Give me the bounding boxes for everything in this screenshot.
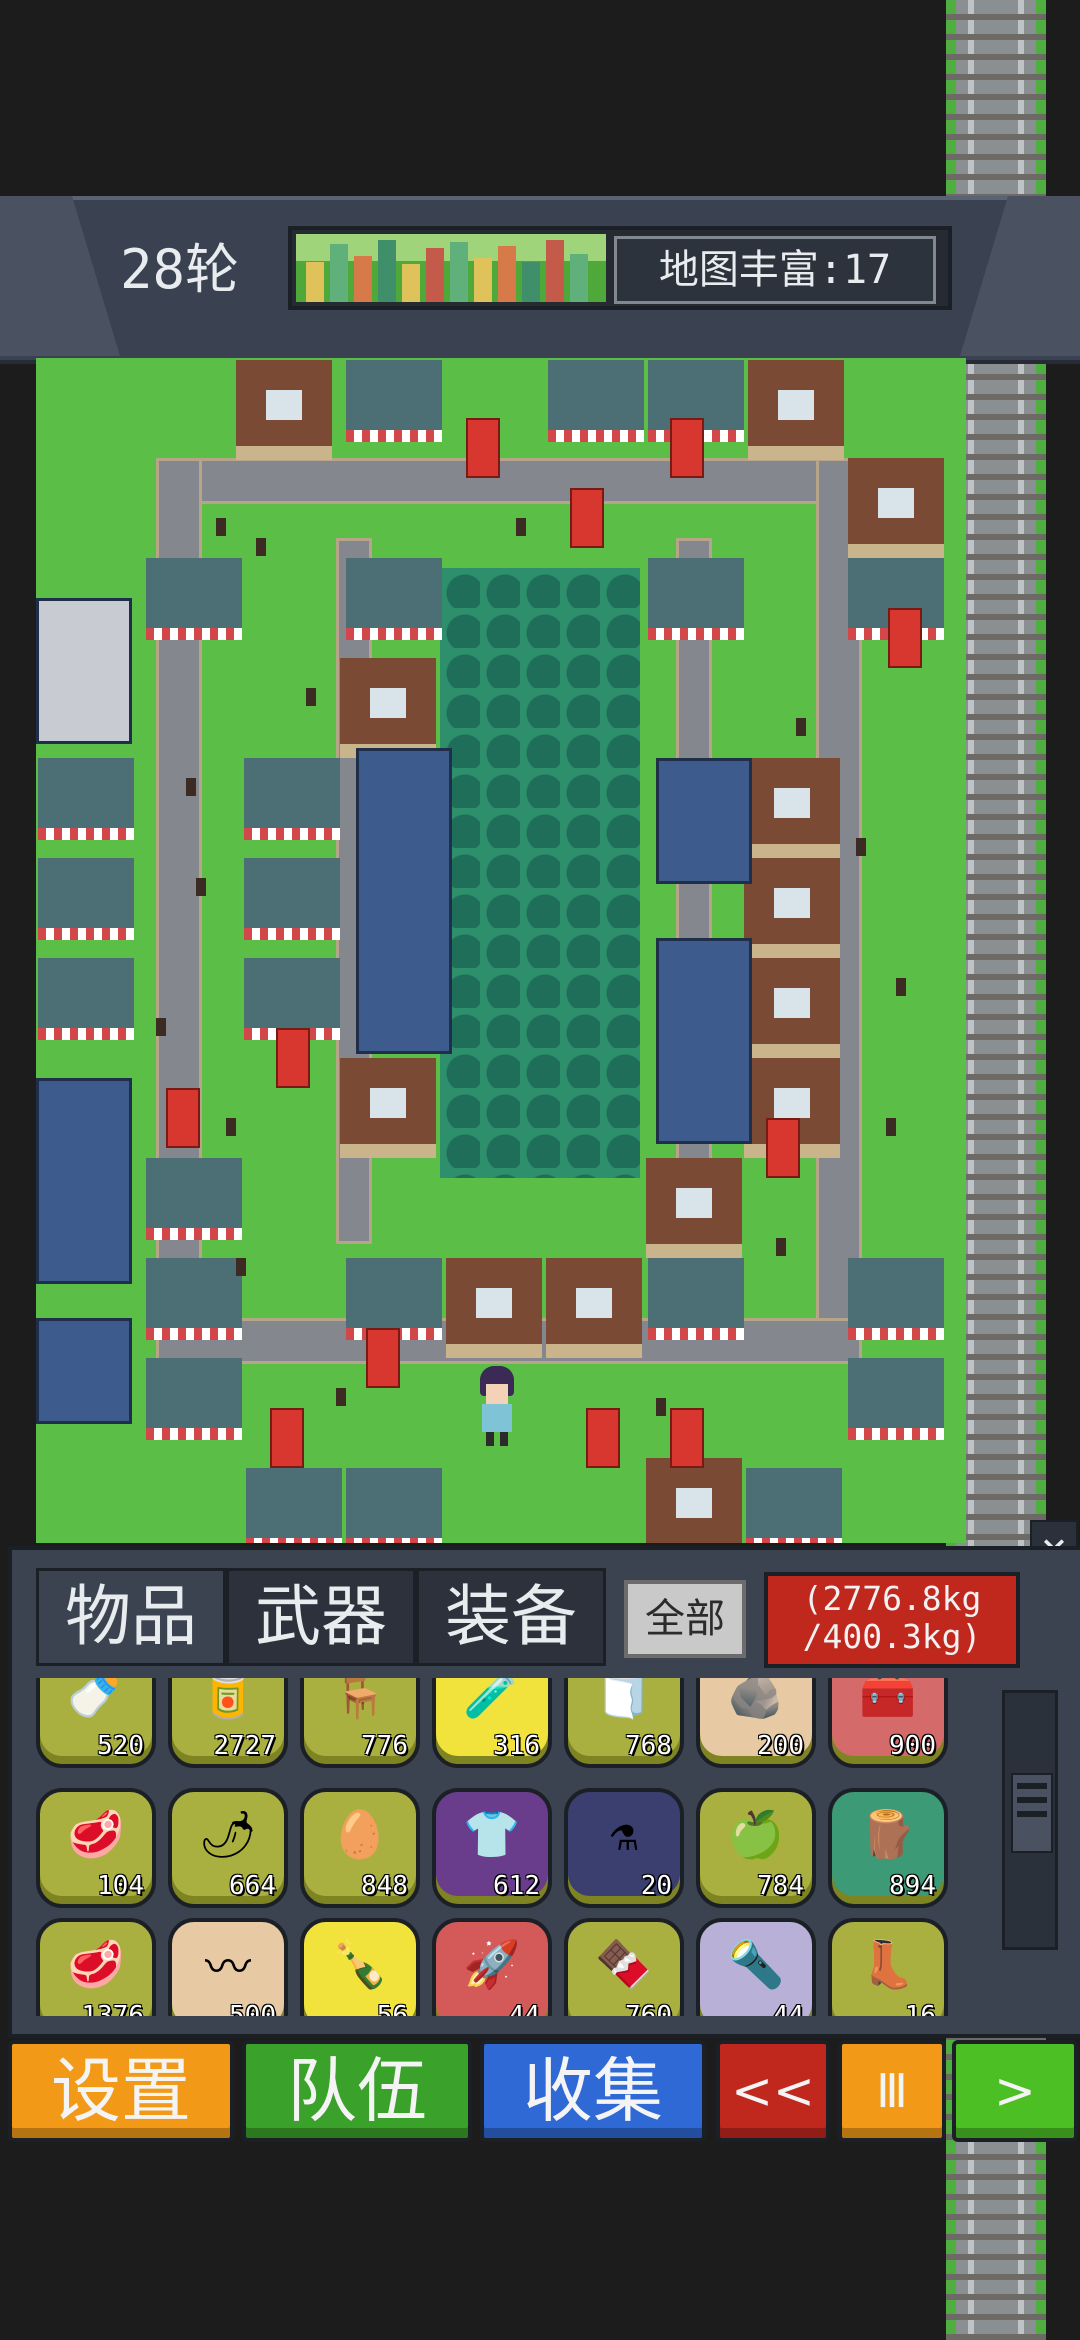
item-count: 894 (889, 1871, 936, 1901)
meat-can-icon: 🥩 (67, 1806, 125, 1861)
chocolate-icon: 🍫 (595, 1936, 653, 1991)
weight-badge: (2776.8kg /400.3kg) (764, 1572, 1020, 1668)
inventory-slot[interactable]: 🪑 776 (300, 1678, 420, 1768)
shirt-icon: 👕 (463, 1806, 521, 1861)
item-count: 1376 (81, 2001, 144, 2016)
canned-food-icon: 🥫 (199, 1678, 257, 1721)
item-count: 848 (361, 1871, 408, 1901)
inventory-slot[interactable]: 🚀 44 (432, 1918, 552, 2016)
item-count: 900 (889, 1731, 936, 1761)
wood-log-icon: 🪵 (859, 1806, 917, 1861)
inventory-slot[interactable]: ⚗ 20 (564, 1788, 684, 1908)
inventory-slot[interactable]: 🥩 1376 (36, 1918, 156, 2016)
item-count: 784 (757, 1871, 804, 1901)
item-count: 768 (625, 1731, 672, 1761)
inventory-slot[interactable]: 🪨 200 (696, 1678, 816, 1768)
egg-icon: 🥚 (331, 1806, 389, 1861)
inventory-slot[interactable]: 🌶 664 (168, 1788, 288, 1908)
baton-icon: 🔦 (727, 1936, 785, 1991)
item-count: 760 (625, 2001, 672, 2016)
rope-icon: 〰 (205, 1940, 251, 1994)
stone-icon: 🪨 (727, 1678, 785, 1721)
map-richness-label: 地图丰富:17 (614, 236, 936, 304)
city-skyline-icon (296, 234, 606, 302)
play-button[interactable]: > (952, 2040, 1078, 2142)
team-button[interactable]: 队伍 (242, 2040, 472, 2142)
pause-button[interactable]: Ⅲ (838, 2040, 946, 2142)
item-count: 316 (493, 1731, 540, 1761)
inventory-slot[interactable]: 🧻 768 (564, 1678, 684, 1768)
item-count: 776 (361, 1731, 408, 1761)
steak-icon: 🥩 (67, 1936, 125, 1991)
tab-items[interactable]: 物品 (36, 1568, 226, 1666)
item-count: 16 (904, 2001, 936, 2016)
inventory-slot[interactable]: 🧪 316 (432, 1678, 552, 1768)
rocket-icon: 🚀 (463, 1936, 521, 1991)
inventory-scrollbar[interactable] (1002, 1690, 1058, 1950)
central-forest (440, 568, 640, 1178)
inventory-slot[interactable]: 🥫 2727 (168, 1678, 288, 1768)
weight-current: (2776.8kg (802, 1579, 982, 1618)
inventory-panel: 物品 武器 装备 全部 (2776.8kg /400.3kg) 🍼 520 🥫 272… (8, 1546, 1080, 2038)
bottle-icon: 🍾 (331, 1936, 389, 1991)
filter-all-button[interactable]: 全部 (624, 1580, 746, 1658)
blueprint-icon: ⚗ (610, 1807, 638, 1861)
collect-button[interactable]: 收集 (480, 2040, 706, 2142)
item-count: 104 (97, 1871, 144, 1901)
item-count: 664 (229, 1871, 276, 1901)
item-count: 500 (229, 2001, 276, 2016)
inventory-slot[interactable]: 🍾 56 (300, 1918, 420, 2016)
item-count: 56 (376, 2001, 408, 2016)
item-grid: 🍼 520 🥫 2727 🪑 776 🧪 316 🧻 768 🪨 200 🧰 900 🥩 104 🌶 664 🥚 84… (36, 1678, 996, 2016)
item-count: 200 (757, 1731, 804, 1761)
tab-weapons[interactable]: 武器 (226, 1568, 416, 1666)
apple-icon: 🍏 (727, 1806, 785, 1861)
round-counter: 28轮 (120, 238, 240, 301)
item-count: 520 (97, 1731, 144, 1761)
inventory-slot[interactable]: 👢 16 (828, 1918, 948, 2016)
inventory-slot[interactable]: 🪵 894 (828, 1788, 948, 1908)
rewind-button[interactable]: << (716, 2040, 830, 2142)
milk-bottle-icon: 🍼 (67, 1678, 125, 1721)
item-count: 612 (493, 1871, 540, 1901)
boots-icon: 👢 (859, 1936, 917, 1991)
map-richness-frame: 地图丰富:17 (288, 226, 952, 310)
inventory-slot[interactable]: 🥩 104 (36, 1788, 156, 1908)
chili-icon: 🌶 (198, 1806, 258, 1861)
inventory-slot[interactable]: 🍼 520 (36, 1678, 156, 1768)
chair-icon: 🪑 (331, 1678, 389, 1721)
inventory-slot[interactable]: 🍫 760 (564, 1918, 684, 2016)
inventory-slot[interactable]: 🍏 784 (696, 1788, 816, 1908)
inventory-slot[interactable]: 🧰 900 (828, 1678, 948, 1768)
inventory-slot[interactable]: 👕 612 (432, 1788, 552, 1908)
item-count: 44 (508, 2001, 540, 2016)
medkit-icon: 🧰 (859, 1678, 917, 1721)
item-count: 44 (772, 2001, 804, 2016)
inventory-slot[interactable]: 🥚 848 (300, 1788, 420, 1908)
item-count: 2727 (213, 1731, 276, 1761)
scrollbar-thumb[interactable] (1011, 1773, 1053, 1853)
weight-max: /400.3kg) (802, 1617, 982, 1656)
item-count: 20 (640, 1871, 672, 1901)
inventory-slot[interactable]: 〰 500 (168, 1918, 288, 2016)
player-character (472, 1366, 522, 1446)
game-map[interactable] (36, 358, 966, 1543)
inventory-slot[interactable]: 🔦 44 (696, 1918, 816, 2016)
tab-equipment[interactable]: 装备 (416, 1568, 606, 1666)
cloth-icon: 🧻 (595, 1678, 653, 1721)
top-hud: 28轮 地图丰富:17 (0, 196, 1080, 364)
potion-icon: 🧪 (463, 1678, 521, 1721)
settings-button[interactable]: 设置 (8, 2040, 234, 2142)
